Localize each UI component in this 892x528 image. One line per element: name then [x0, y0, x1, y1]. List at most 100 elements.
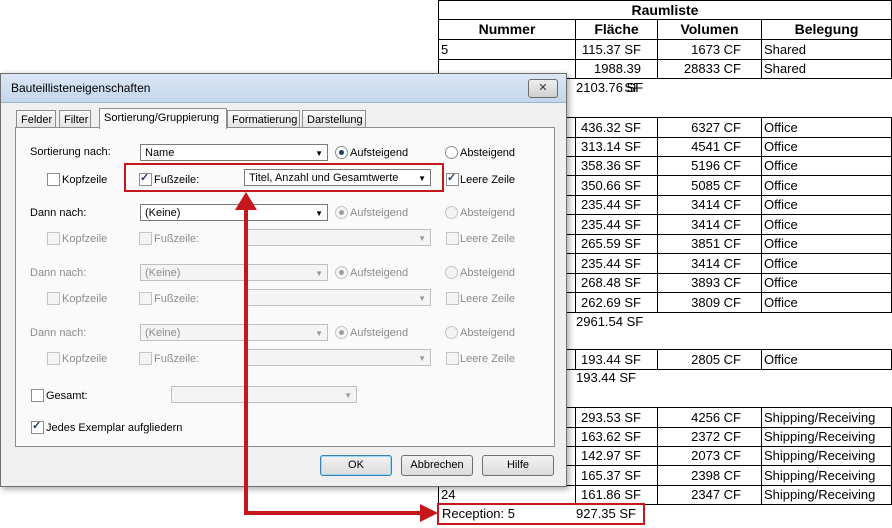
header-label-3: Kopfzeile	[62, 293, 108, 305]
then-field-select-3[interactable]: (Keine) ▼	[140, 264, 328, 281]
tab-sortierung[interactable]: Sortierung/Gruppierung	[99, 108, 227, 129]
tab-darstellung[interactable]: Darstellung	[302, 110, 366, 128]
blank-line-checkbox-2[interactable]	[446, 232, 459, 245]
chevron-down-icon: ▼	[315, 209, 323, 218]
cell-flaeche: 293.53 SF	[575, 408, 657, 427]
sort-field-select[interactable]: Name ▼	[140, 144, 328, 161]
schedule-title: Raumliste	[438, 0, 892, 19]
cell-volumen: 1673 CF	[657, 40, 761, 59]
desc-label-1: Absteigend	[460, 147, 516, 159]
cell-flaeche: 165.37 SF	[575, 465, 657, 485]
cell-belegung: Shipping/Receiving	[761, 485, 891, 504]
chevron-down-icon: ▼	[315, 269, 323, 278]
cell-flaeche: 358.36 SF	[575, 156, 657, 175]
tab-felder[interactable]: Felder	[16, 110, 56, 128]
asc-label-1: Aufsteigend	[350, 147, 409, 159]
then-field-select-4[interactable]: (Keine) ▼	[140, 324, 328, 341]
group-total-area: 2103.76 SF	[576, 80, 644, 95]
footer-checkbox-2[interactable]	[139, 232, 152, 245]
col-header-nummer: Nummer	[478, 21, 536, 37]
cell-flaeche: 235.44 SF	[575, 195, 657, 214]
cell-flaeche: 350.66 SF	[575, 175, 657, 195]
footer-label-4: Fußzeile:	[154, 353, 200, 365]
header-checkbox-2[interactable]	[47, 232, 60, 245]
then-by-label-3: Dann nach:	[30, 267, 87, 279]
itemize-label: Jedes Exemplar aufgliedern	[46, 422, 183, 434]
grand-total-label: Gesamt:	[46, 390, 88, 402]
help-button[interactable]: Hilfe	[482, 455, 554, 476]
desc-radio-1[interactable]	[445, 146, 458, 159]
cell-volumen: 3414 CF	[657, 253, 761, 273]
cell-belegung: Office	[761, 156, 891, 175]
grand-total-checkbox[interactable]	[31, 389, 44, 402]
cell-belegung: Shipping/Receiving	[761, 465, 891, 485]
footer-highlight-box	[124, 163, 444, 192]
cell-flaeche: 313.14 SF	[575, 136, 657, 156]
cell-volumen: 3414 CF	[657, 214, 761, 234]
chevron-down-icon: ▼	[344, 391, 352, 400]
footer-label-2: Fußzeile:	[154, 233, 200, 245]
chevron-down-icon: ▼	[418, 294, 426, 303]
schedule-properties-dialog: Bauteillisteneigenschaften ✕ Felder Filt…	[0, 73, 567, 487]
asc-radio-4[interactable]	[335, 326, 348, 339]
cell-flaeche: 142.97 SF	[575, 446, 657, 465]
desc-radio-3[interactable]	[445, 266, 458, 279]
cell-flaeche: 265.59 SF	[575, 234, 657, 253]
desc-radio-2[interactable]	[445, 206, 458, 219]
cell-volumen: 6327 CF	[657, 118, 761, 137]
cell-belegung: Office	[761, 118, 891, 137]
footer-checkbox-4[interactable]	[139, 352, 152, 365]
dialog-titlebar[interactable]: Bauteillisteneigenschaften ✕	[1, 74, 566, 103]
footer-option-select-4[interactable]: ▼	[244, 349, 431, 366]
blank-line-checkbox-1[interactable]	[446, 171, 459, 186]
grand-total-select[interactable]: ▼	[171, 386, 357, 403]
asc-label-3: Aufsteigend	[350, 267, 409, 279]
chevron-down-icon: ▼	[418, 354, 426, 363]
close-icon[interactable]: ✕	[528, 79, 558, 98]
header-checkbox-1[interactable]	[47, 173, 60, 186]
tab-filter[interactable]: Filter	[59, 110, 91, 128]
header-checkbox-4[interactable]	[47, 352, 60, 365]
cell-belegung: Shipping/Receiving	[761, 446, 891, 465]
asc-radio-2[interactable]	[335, 206, 348, 219]
sort-by-label: Sortierung nach:	[30, 146, 111, 158]
col-header-flaeche: Fläche	[575, 20, 657, 39]
cell-flaeche: 262.69 SF	[575, 292, 657, 312]
cell-volumen: 2347 CF	[657, 485, 761, 504]
cell-belegung: Shipping/Receiving	[761, 426, 891, 446]
cell-flaeche: 115.37 SF	[575, 40, 657, 59]
blank-line-label-3: Leere Zeile	[460, 293, 516, 305]
ok-button[interactable]: OK	[320, 455, 392, 476]
asc-radio-1[interactable]	[335, 146, 348, 159]
cell-volumen: 2372 CF	[657, 426, 761, 446]
asc-label-2: Aufsteigend	[350, 207, 409, 219]
desc-radio-4[interactable]	[445, 326, 458, 339]
footer-checkbox-3[interactable]	[139, 292, 152, 305]
itemize-checkbox[interactable]	[31, 419, 44, 434]
arrow-right-icon	[420, 504, 438, 522]
then-by-label-2: Dann nach:	[30, 207, 87, 219]
group-total-area: 2961.54 SF	[576, 314, 644, 329]
header-checkbox-3[interactable]	[47, 292, 60, 305]
asc-radio-3[interactable]	[335, 266, 348, 279]
footer-option-select-3[interactable]: ▼	[244, 289, 431, 306]
cancel-button[interactable]: Abbrechen	[401, 455, 473, 476]
footer-option-select-2[interactable]: ▼	[244, 229, 431, 246]
cell-belegung: Office	[761, 292, 891, 312]
cell-flaeche: 161.86 SF	[575, 485, 657, 504]
cell-flaeche: 436.32 SF	[575, 118, 657, 137]
total-highlight-box	[437, 503, 645, 525]
cell-belegung: Office	[761, 350, 891, 369]
cell-belegung: Office	[761, 253, 891, 273]
dialog-title: Bauteillisteneigenschaften	[11, 81, 151, 95]
blank-line-checkbox-4[interactable]	[446, 352, 459, 365]
chevron-down-icon: ▼	[418, 234, 426, 243]
blank-line-checkbox-3[interactable]	[446, 292, 459, 305]
cell-belegung: Office	[761, 136, 891, 156]
tab-formatierung[interactable]: Formatierung	[227, 110, 300, 128]
cell-nummer: 24	[441, 487, 456, 502]
then-by-label-4: Dann nach:	[30, 327, 87, 339]
header-label-2: Kopfzeile	[62, 233, 108, 245]
cell-volumen: 5196 CF	[657, 156, 761, 175]
schedule-header-row: Nummer Fläche Volumen Belegung	[438, 19, 892, 40]
